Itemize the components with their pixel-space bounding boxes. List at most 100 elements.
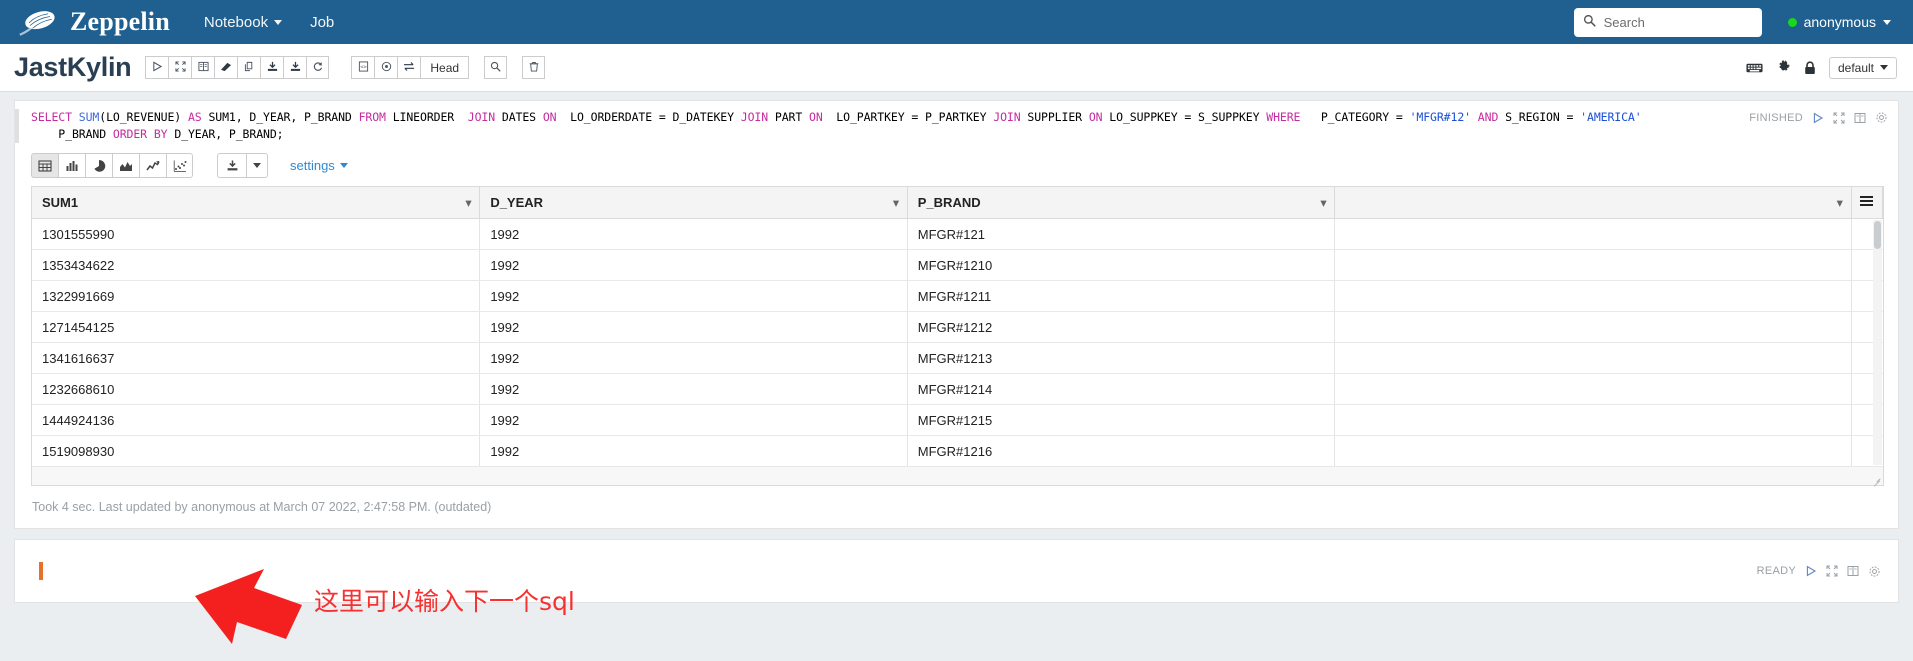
column-header-sum1[interactable]: SUM1 ▾ xyxy=(32,187,481,219)
zeppelin-airship-icon xyxy=(18,7,60,37)
paragraph-settings-icon[interactable] xyxy=(1868,565,1881,578)
report-view-button[interactable] xyxy=(397,56,421,79)
nav-item-notebook-label: Notebook xyxy=(203,13,269,31)
scrollbar-thumb[interactable] xyxy=(1874,221,1881,249)
download-results-button[interactable] xyxy=(217,153,246,178)
table-cell: MFGR#1216 xyxy=(907,435,1336,467)
table-cell: 1444924136 xyxy=(32,404,481,436)
column-header-pbrand[interactable]: P_BRAND ▾ xyxy=(907,187,1336,219)
table-cell: MFGR#1214 xyxy=(907,373,1336,405)
chevron-down-icon[interactable]: ▾ xyxy=(893,196,899,209)
hide-all-output-button[interactable] xyxy=(168,56,192,79)
run-paragraph-icon[interactable] xyxy=(1812,112,1824,124)
search-input[interactable] xyxy=(1601,13,1753,31)
table-cell: 1301555990 xyxy=(32,218,481,250)
settings-toggle[interactable]: settings xyxy=(290,158,348,173)
sql-code-editor[interactable]: SELECT SUM(LO_REVENUE) AS SUM1, D_YEAR, … xyxy=(31,109,1749,143)
svg-text:<>: <> xyxy=(360,65,367,71)
table-cell: 1519098930 xyxy=(32,435,481,467)
interpreter-binding-label: default xyxy=(1837,60,1874,75)
table-row[interactable]: 1444924136 1992 MFGR#1215 xyxy=(32,404,1883,436)
nav-item-notebook[interactable]: Notebook xyxy=(203,13,283,31)
page-title[interactable]: JastKylin xyxy=(14,52,132,83)
notebook-version-button[interactable]: Head xyxy=(420,56,470,79)
table-cell: 1992 xyxy=(479,280,908,312)
export-notebook-button[interactable] xyxy=(260,56,284,79)
table-header-row: SUM1 ▾ D_YEAR ▾ P_BRAND ▾ ▾ xyxy=(32,187,1883,219)
clone-notebook-button[interactable] xyxy=(237,56,261,79)
table-row[interactable]: 1322991669 1992 MFGR#1211 xyxy=(32,280,1883,312)
chevron-down-icon[interactable]: ▾ xyxy=(466,196,472,209)
table-cell xyxy=(1334,404,1852,436)
show-all-code-button[interactable] xyxy=(191,56,215,79)
refresh-icon xyxy=(312,60,323,75)
new-paragraph[interactable]: READY xyxy=(14,539,1899,603)
nav-links: Notebook Job xyxy=(204,14,334,31)
table-row[interactable]: 1341616637 1992 MFGR#1213 xyxy=(32,342,1883,374)
paragraph-settings-icon[interactable] xyxy=(1875,111,1888,124)
show-editor-icon[interactable] xyxy=(1847,565,1859,577)
line-chart-button[interactable] xyxy=(139,153,166,178)
table-chart-button[interactable] xyxy=(31,153,58,178)
hide-output-icon[interactable] xyxy=(1826,565,1838,577)
new-paragraph-status-label: READY xyxy=(1756,565,1796,577)
table-row[interactable]: 1232668610 1992 MFGR#1214 xyxy=(32,373,1883,405)
download-icon xyxy=(267,60,278,75)
table-cell xyxy=(1334,311,1852,343)
chevron-down-icon[interactable]: ▾ xyxy=(1321,196,1327,209)
area-chart-button[interactable] xyxy=(112,153,139,178)
interpreter-binding-select[interactable]: default xyxy=(1828,56,1897,79)
play-icon xyxy=(152,60,163,75)
clear-all-output-button[interactable] xyxy=(214,56,238,79)
run-paragraph-icon[interactable] xyxy=(1805,565,1817,577)
navbar-right: anonymous xyxy=(1573,7,1891,37)
nav-item-job[interactable]: Job xyxy=(310,14,334,31)
table-horizontal-scrollbar[interactable] xyxy=(31,467,1884,487)
table-vertical-scrollbar[interactable] xyxy=(1873,220,1882,465)
chevron-down-icon[interactable]: ▾ xyxy=(1837,196,1843,209)
run-all-paragraphs-button[interactable] xyxy=(145,56,169,79)
code-view-button[interactable]: <> xyxy=(351,56,375,79)
column-header-dyear[interactable]: D_YEAR ▾ xyxy=(479,187,908,219)
table-row[interactable]: 1271454125 1992 MFGR#1212 xyxy=(32,311,1883,343)
delete-notebook-button[interactable] xyxy=(522,56,546,79)
download-format-dropdown[interactable] xyxy=(246,153,268,178)
bar-chart-button[interactable] xyxy=(58,153,85,178)
paragraph-gutter xyxy=(15,109,19,143)
resize-grip-icon[interactable] xyxy=(1872,475,1881,487)
reload-notebook-button[interactable] xyxy=(306,56,330,79)
pie-chart-button[interactable] xyxy=(85,153,112,178)
find-replace-button[interactable] xyxy=(484,56,508,79)
scatter-chart-button[interactable] xyxy=(166,153,193,178)
table-menu-icon[interactable] xyxy=(1851,187,1883,219)
table-cell xyxy=(1334,435,1852,467)
table-cell: 1992 xyxy=(479,404,908,436)
copy-icon xyxy=(244,60,255,75)
notebook-toolbar-run-group xyxy=(145,56,330,79)
table-cell: 1992 xyxy=(479,342,908,374)
search-icon xyxy=(490,60,501,75)
notebook-toolbar-search-group xyxy=(484,56,508,79)
keyboard-shortcuts-icon[interactable] xyxy=(1746,62,1763,74)
column-header-blank[interactable]: ▾ xyxy=(1334,187,1852,219)
table-cell xyxy=(1334,280,1852,312)
lock-icon[interactable] xyxy=(1804,60,1816,75)
table-body: 1301555990 1992 MFGR#121 1353434622 1992 MFGR… xyxy=(32,218,1883,467)
chevron-down-icon xyxy=(1883,19,1891,25)
table-cell: MFGR#1213 xyxy=(907,342,1336,374)
notebook-header: JastKylin <> Head default xyxy=(0,44,1913,92)
gear-icon[interactable] xyxy=(1776,60,1791,75)
table-row[interactable]: 1519098930 1992 MFGR#1216 xyxy=(32,435,1883,467)
simple-view-button[interactable] xyxy=(374,56,398,79)
notebook-toolbar-delete-group xyxy=(522,56,546,79)
table-row[interactable]: 1353434622 1992 MFGR#1210 xyxy=(32,249,1883,281)
user-menu[interactable]: anonymous xyxy=(1787,14,1891,30)
table-cell xyxy=(1334,342,1852,374)
import-notebook-button[interactable] xyxy=(283,56,307,79)
show-editor-icon[interactable] xyxy=(1854,112,1866,124)
hide-output-icon[interactable] xyxy=(1833,112,1845,124)
compress-icon xyxy=(175,60,186,75)
brand[interactable]: Zeppelin xyxy=(18,7,170,37)
search-box[interactable] xyxy=(1573,7,1762,37)
table-row[interactable]: 1301555990 1992 MFGR#121 xyxy=(32,218,1883,250)
